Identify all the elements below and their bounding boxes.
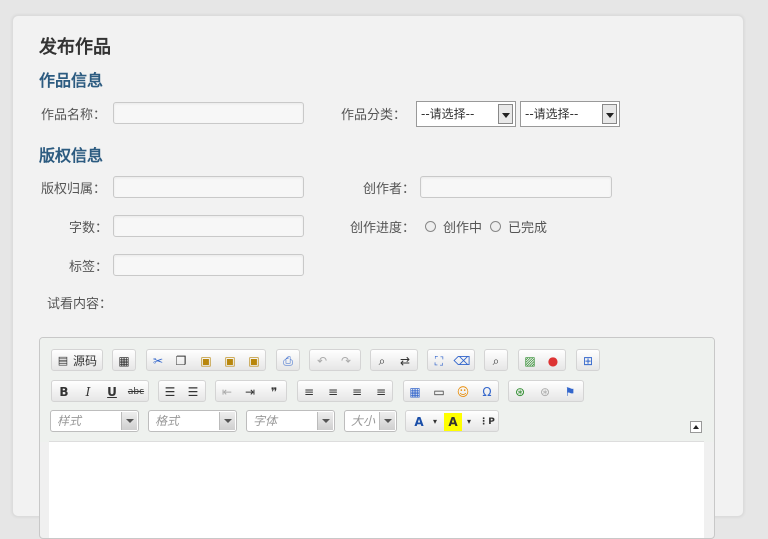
- maximize-icon: ⊞: [582, 354, 594, 368]
- work-name-input[interactable]: [113, 102, 304, 124]
- align-group: ≡ ≡ ≡ ≡: [297, 380, 393, 402]
- print-button[interactable]: ⎙: [276, 349, 300, 371]
- progress-radio-completed[interactable]: [490, 221, 501, 232]
- redo-icon[interactable]: ↷: [337, 352, 355, 370]
- indent-icon[interactable]: ⇥: [241, 383, 259, 401]
- bulleted-list-icon[interactable]: ☰: [184, 383, 202, 401]
- align-left-icon[interactable]: ≡: [300, 383, 318, 401]
- link-group: ⊛ ⊛ ⚑: [508, 380, 584, 402]
- cut-icon[interactable]: ✂: [149, 352, 167, 370]
- anchor-flag-icon[interactable]: ⚑: [561, 383, 579, 401]
- maximize-button[interactable]: ⊞: [576, 349, 600, 371]
- select-all-icon[interactable]: ⛶: [430, 352, 448, 370]
- source-button-label: 源码: [73, 354, 98, 368]
- size-combo-label: 大小: [351, 414, 376, 428]
- remove-format-icon[interactable]: ⌫: [453, 352, 471, 370]
- format-combo-label: 格式: [155, 414, 180, 428]
- format-combo[interactable]: 格式: [148, 410, 237, 432]
- bold-icon[interactable]: B: [55, 383, 73, 401]
- color-group: A ▾ A ▾ ⋮P: [405, 410, 499, 432]
- align-center-icon[interactable]: ≡: [324, 383, 342, 401]
- chevron-down-icon: [379, 412, 395, 430]
- toolbar-collapse-button[interactable]: [690, 421, 702, 433]
- image-icon[interactable]: ▨: [521, 352, 539, 370]
- italic-icon[interactable]: I: [79, 383, 97, 401]
- find-group: ⌕ ⇄: [370, 349, 418, 371]
- preview-button[interactable]: ⌕: [484, 349, 508, 371]
- history-group: ↶ ↷: [309, 349, 361, 371]
- editor-content-area[interactable]: [49, 441, 704, 538]
- font-combo-label: 字体: [253, 414, 278, 428]
- clipboard-group: ✂ ❐ ▣ ▣ ▣: [146, 349, 266, 371]
- chevron-down-icon: [219, 412, 235, 430]
- tags-input[interactable]: [113, 254, 304, 276]
- page-title: 发布作品: [39, 37, 111, 58]
- media-group: ▨ ●: [518, 349, 566, 371]
- unlink-icon[interactable]: ⊛: [536, 383, 554, 401]
- preview-content-label: 试看内容：: [47, 297, 113, 312]
- document-icon: ▤: [57, 354, 69, 367]
- horizontal-rule-icon[interactable]: ▭: [430, 383, 448, 401]
- page-icon: ▦: [118, 354, 130, 368]
- underline-icon[interactable]: U: [103, 383, 121, 401]
- smiley-icon[interactable]: ☺: [454, 383, 472, 401]
- progress-radio-in-progress[interactable]: [425, 221, 436, 232]
- copyright-owner-input[interactable]: [113, 176, 304, 198]
- preview-icon: ⌕: [492, 354, 500, 368]
- chevron-down-icon: [121, 412, 137, 430]
- find-icon[interactable]: ⌕: [373, 352, 391, 370]
- replace-icon[interactable]: ⇄: [396, 352, 414, 370]
- indent-group: ⇤ ⇥ ❞: [215, 380, 287, 402]
- undo-icon[interactable]: ↶: [313, 352, 331, 370]
- category-select-secondary[interactable]: --请选择--: [520, 101, 620, 127]
- background-color-dropdown-icon[interactable]: ▾: [460, 413, 478, 431]
- section-title-work-info: 作品信息: [39, 71, 104, 90]
- special-char-icon[interactable]: Ω: [478, 383, 496, 401]
- blockquote-icon[interactable]: ❞: [265, 383, 283, 401]
- insert-group: ▦ ▭ ☺ Ω: [403, 380, 499, 402]
- outdent-icon[interactable]: ⇤: [218, 383, 236, 401]
- template-button[interactable]: ▦: [112, 349, 136, 371]
- style-combo-label: 样式: [57, 414, 82, 428]
- paste-icon[interactable]: ▣: [197, 352, 215, 370]
- chevron-down-icon: [317, 412, 333, 430]
- section-title-copyright-info: 版权信息: [39, 146, 104, 165]
- align-justify-icon[interactable]: ≡: [372, 383, 390, 401]
- text-color-dropdown-icon[interactable]: ▾: [426, 413, 444, 431]
- print-icon: ⎙: [283, 354, 293, 368]
- category-select-primary-value: --请选择--: [421, 107, 475, 121]
- align-right-icon[interactable]: ≡: [348, 383, 366, 401]
- text-style-group: B I U abc: [51, 380, 149, 402]
- strikethrough-icon[interactable]: abc: [127, 383, 145, 401]
- font-combo[interactable]: 字体: [246, 410, 335, 432]
- copy-icon[interactable]: ❐: [172, 352, 190, 370]
- style-combo[interactable]: 样式: [50, 410, 139, 432]
- select-group: ⛶ ⌫: [427, 349, 475, 371]
- word-count-input[interactable]: [113, 215, 304, 237]
- numbered-list-icon[interactable]: ☰: [161, 383, 179, 401]
- creator-input[interactable]: [420, 176, 612, 198]
- category-select-secondary-value: --请选择--: [525, 107, 579, 121]
- progress-label: 创作进度：: [350, 221, 416, 236]
- link-icon[interactable]: ⊛: [511, 383, 529, 401]
- work-name-label: 作品名称：: [41, 108, 107, 123]
- tags-label: 标签：: [69, 260, 109, 275]
- copyright-owner-label: 版权归属：: [41, 182, 107, 197]
- paste-text-icon[interactable]: ▣: [221, 352, 239, 370]
- paste-word-icon[interactable]: ▣: [245, 352, 263, 370]
- list-group: ☰ ☰: [158, 380, 206, 402]
- chevron-down-icon: [602, 104, 617, 124]
- source-button[interactable]: ▤ 源码: [51, 349, 103, 371]
- progress-option-in-progress: 创作中: [443, 221, 483, 236]
- flash-icon[interactable]: ●: [544, 352, 562, 370]
- creator-label: 创作者：: [363, 182, 416, 197]
- page-break-icon[interactable]: ⋮P: [478, 413, 496, 431]
- work-category-label: 作品分类：: [341, 108, 407, 123]
- table-icon[interactable]: ▦: [406, 383, 424, 401]
- category-select-primary[interactable]: --请选择--: [416, 101, 516, 127]
- progress-option-completed: 已完成: [508, 221, 548, 236]
- chevron-down-icon: [498, 104, 513, 124]
- word-count-label: 字数：: [69, 221, 109, 236]
- size-combo[interactable]: 大小: [344, 410, 397, 432]
